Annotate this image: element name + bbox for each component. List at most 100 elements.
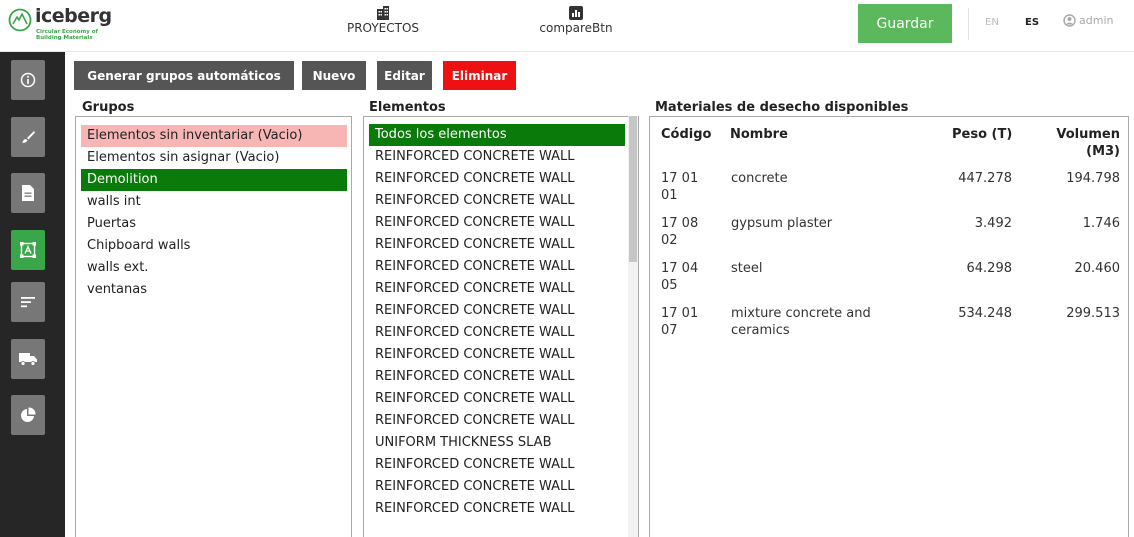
element-item[interactable]: REINFORCED CONCRETE WALL — [369, 366, 625, 388]
group-item[interactable]: Puertas — [81, 213, 347, 235]
select-area-icon — [20, 242, 36, 258]
table-row[interactable]: 17 01 01 concrete 447.278 194.798 — [650, 170, 1128, 214]
element-item[interactable]: REINFORCED CONCRETE WALL — [369, 322, 625, 344]
element-item[interactable]: REINFORCED CONCRETE WALL — [369, 212, 625, 234]
delete-button[interactable]: Eliminar — [443, 61, 516, 90]
weight-cell: 64.298 — [966, 261, 1013, 276]
code-line1: 17 01 — [661, 306, 699, 321]
nav-compare[interactable]: compareBtn — [530, 6, 622, 35]
group-item[interactable]: Demolition — [81, 169, 347, 191]
element-item[interactable]: REINFORCED CONCRETE WALL — [369, 344, 625, 366]
sidebar-item-sort[interactable] — [11, 282, 45, 322]
nav-compare-label: compareBtn — [539, 21, 613, 35]
name-cell: steel — [731, 260, 931, 277]
header-divider — [968, 8, 969, 40]
volume-cell: 299.513 — [1066, 306, 1120, 321]
materials-title: Materiales de desecho disponibles — [655, 100, 909, 115]
element-item[interactable]: REINFORCED CONCRETE WALL — [369, 168, 625, 190]
new-button[interactable]: Nuevo — [302, 61, 366, 90]
element-item[interactable]: REINFORCED CONCRETE WALL — [369, 256, 625, 278]
top-header: iceberg Circular Economy of Building Mat… — [0, 0, 1134, 52]
column-header-volume: Volumen (M3) — [1056, 126, 1120, 160]
code-line1: 17 08 — [661, 216, 699, 231]
code-line2: 05 — [661, 278, 678, 293]
element-item[interactable]: REINFORCED CONCRETE WALL — [369, 476, 625, 498]
code-line2: 01 — [661, 188, 678, 203]
sidebar-item-truck[interactable] — [11, 339, 45, 379]
sidebar — [0, 52, 65, 537]
group-item[interactable]: walls ext. — [81, 257, 347, 279]
sort-lines-icon — [21, 297, 35, 308]
code-line2: 02 — [661, 233, 678, 248]
groups-list: Elementos sin inventariar (Vacio) Element… — [76, 117, 351, 301]
element-item[interactable]: REINFORCED CONCRETE WALL — [369, 278, 625, 300]
iceberg-logo[interactable]: iceberg Circular Economy of Building Mat… — [8, 5, 148, 46]
weight-cell: 3.492 — [974, 216, 1012, 231]
element-item[interactable]: REINFORCED CONCRETE WALL — [369, 146, 625, 168]
elements-title: Elementos — [369, 100, 446, 115]
name-cell: gypsum plaster — [731, 215, 931, 232]
column-header-volume-line1: Volumen — [1056, 127, 1120, 142]
sidebar-item-brush[interactable] — [11, 117, 45, 157]
table-row[interactable]: 17 08 02 gypsum plaster 3.492 1.746 — [650, 215, 1128, 259]
elements-scroll-thumb[interactable] — [629, 116, 637, 262]
volume-cell: 20.460 — [1074, 261, 1121, 276]
group-item[interactable]: ventanas — [81, 279, 347, 301]
username: admin — [1079, 14, 1114, 27]
elements-panel: Todos los elementos REINFORCED CONCRETE W… — [363, 116, 639, 537]
element-item[interactable]: REINFORCED CONCRETE WALL — [369, 300, 625, 322]
table-row[interactable]: 17 01 07 mixture concrete and ceramics 534.2… — [650, 305, 1128, 349]
groups-title: Grupos — [82, 100, 135, 115]
element-item[interactable]: REINFORCED CONCRETE WALL — [369, 454, 625, 476]
sidebar-item-info[interactable] — [11, 60, 45, 100]
name-line1: concrete — [731, 171, 788, 186]
user-menu[interactable]: admin — [1063, 14, 1113, 27]
code-line2: 07 — [661, 323, 678, 338]
column-header-name: Nombre — [730, 127, 788, 142]
code-line1: 17 01 — [661, 171, 699, 186]
edit-button[interactable]: Editar — [377, 61, 432, 90]
logo-mark-icon — [8, 8, 32, 32]
element-item[interactable]: UNIFORM THICKNESS SLAB — [369, 432, 625, 454]
column-header-code: Código — [661, 127, 712, 142]
code-cell: 17 08 02 — [661, 215, 711, 249]
save-button[interactable]: Guardar — [858, 4, 952, 43]
element-item[interactable]: REINFORCED CONCRETE WALL — [369, 410, 625, 432]
info-icon — [20, 72, 36, 88]
code-cell: 17 01 07 — [661, 305, 711, 339]
name-cell: concrete — [731, 170, 931, 187]
group-item[interactable]: Chipboard walls — [81, 235, 347, 257]
code-cell: 17 04 05 — [661, 260, 711, 294]
name-line1: mixture concrete and — [731, 306, 871, 321]
element-item[interactable]: REINFORCED CONCRETE WALL — [369, 498, 625, 520]
language-en[interactable]: EN — [985, 17, 999, 28]
sidebar-item-document[interactable] — [11, 173, 45, 213]
group-item[interactable]: Elementos sin inventariar (Vacio) — [81, 125, 347, 147]
name-line2: ceramics — [731, 323, 790, 338]
materials-panel: Código Nombre Peso (T) Volumen (M3) 17 0… — [649, 116, 1129, 537]
sidebar-item-select-area[interactable] — [11, 230, 45, 270]
name-line1: steel — [731, 261, 763, 276]
generate-groups-button[interactable]: Generar grupos automáticos — [74, 61, 294, 90]
volume-cell: 194.798 — [1066, 171, 1120, 186]
sidebar-item-pie-chart[interactable] — [11, 395, 45, 435]
element-item[interactable]: Todos los elementos — [369, 124, 625, 146]
table-row[interactable]: 17 04 05 steel 64.298 20.460 — [650, 260, 1128, 304]
group-item[interactable]: walls int — [81, 191, 347, 213]
volume-cell: 1.746 — [1082, 216, 1120, 231]
element-item[interactable]: REINFORCED CONCRETE WALL — [369, 234, 625, 256]
logo-name: iceberg — [35, 5, 112, 27]
element-item[interactable]: REINFORCED CONCRETE WALL — [369, 190, 625, 212]
name-cell: mixture concrete and ceramics — [731, 305, 931, 339]
elements-scrollbar[interactable] — [628, 116, 638, 537]
element-item[interactable]: REINFORCED CONCRETE WALL — [369, 388, 625, 410]
name-line1: gypsum plaster — [731, 216, 833, 231]
language-es[interactable]: ES — [1025, 17, 1039, 28]
document-icon — [22, 185, 34, 201]
group-item[interactable]: Elementos sin asignar (Vacio) — [81, 147, 347, 169]
nav-proyectos[interactable]: PROYECTOS — [343, 6, 423, 35]
code-cell: 17 01 01 — [661, 170, 711, 204]
column-header-weight: Peso (T) — [952, 127, 1013, 142]
brush-icon — [22, 131, 35, 143]
building-icon — [377, 6, 389, 20]
